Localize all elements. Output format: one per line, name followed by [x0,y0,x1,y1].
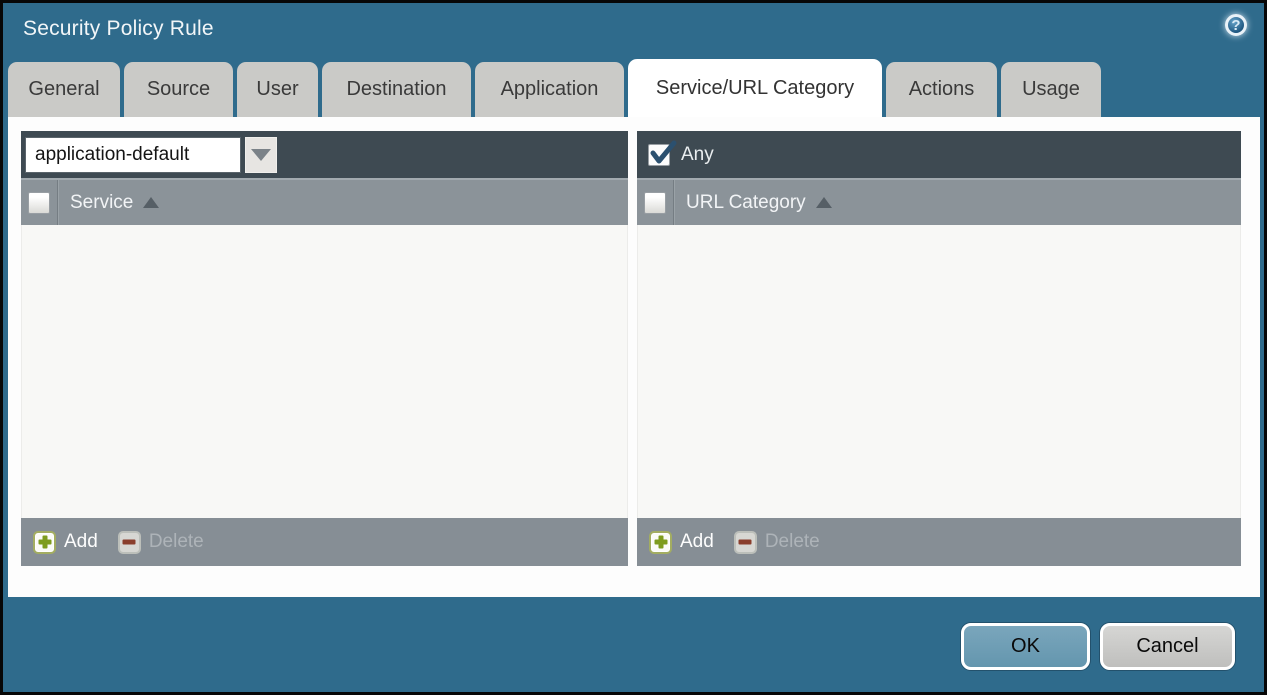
tab-actions[interactable]: Actions [886,62,997,117]
url-category-panel: Any URL Category Add [637,131,1241,566]
any-checkbox[interactable] [648,144,670,166]
service-panel: application-default Service [21,131,628,566]
help-icon[interactable]: ? [1225,14,1247,36]
dialog-title: Security Policy Rule [23,17,214,41]
service-column-header[interactable]: Service [58,180,159,225]
chevron-down-icon [251,149,271,161]
cancel-button[interactable]: Cancel [1100,623,1235,670]
any-label: Any [681,144,714,166]
ok-button[interactable]: OK [961,623,1090,670]
add-icon [33,531,56,554]
delete-icon [118,531,141,554]
service-column-label: Service [70,192,133,214]
service-delete-button[interactable]: Delete [118,531,204,554]
delete-icon [734,531,757,554]
service-select-all-cell [21,180,58,225]
add-icon [649,531,672,554]
tab-general[interactable]: General [8,62,120,117]
url-category-column-header[interactable]: URL Category [674,180,832,225]
service-dropdown-value[interactable]: application-default [25,137,241,173]
service-add-button[interactable]: Add [33,531,98,554]
service-list[interactable] [21,225,628,518]
tab-source[interactable]: Source [124,62,233,117]
icon-bar [123,540,136,545]
tab-user[interactable]: User [237,62,318,117]
tab-usage[interactable]: Usage [1001,62,1101,117]
icon-bar [739,540,752,545]
url-category-select-all-checkbox[interactable] [644,192,666,214]
service-select-all-checkbox[interactable] [28,192,50,214]
url-category-delete-button[interactable]: Delete [734,531,820,554]
tab-service-url-category[interactable]: Service/URL Category [628,59,882,117]
url-category-panel-header: Any [637,131,1241,178]
url-category-add-button[interactable]: Add [649,531,714,554]
add-label: Add [64,531,98,553]
icon-bar [42,536,47,549]
delete-label: Delete [149,531,204,553]
service-column-header-row: Service [21,178,628,225]
service-dropdown[interactable]: application-default [25,137,277,173]
sort-ascending-icon [143,197,159,208]
tab-application[interactable]: Application [475,62,624,117]
checkmark-icon [649,140,676,167]
url-category-list[interactable] [637,225,1241,518]
tab-bar: General Source User Destination Applicat… [8,62,1101,117]
service-panel-header: application-default [21,131,628,178]
dialog-content: application-default Service [8,117,1260,597]
url-category-select-all-cell [637,180,674,225]
delete-label: Delete [765,531,820,553]
add-label: Add [680,531,714,553]
sort-ascending-icon [816,197,832,208]
service-dropdown-button[interactable] [245,137,277,173]
url-category-panel-footer: Add Delete [637,518,1241,566]
tab-destination[interactable]: Destination [322,62,471,117]
url-category-column-header-row: URL Category [637,178,1241,225]
icon-bar [658,536,663,549]
url-category-column-label: URL Category [686,192,806,214]
service-panel-footer: Add Delete [21,518,628,566]
security-policy-rule-dialog: Security Policy Rule ? General Source Us… [0,0,1267,695]
